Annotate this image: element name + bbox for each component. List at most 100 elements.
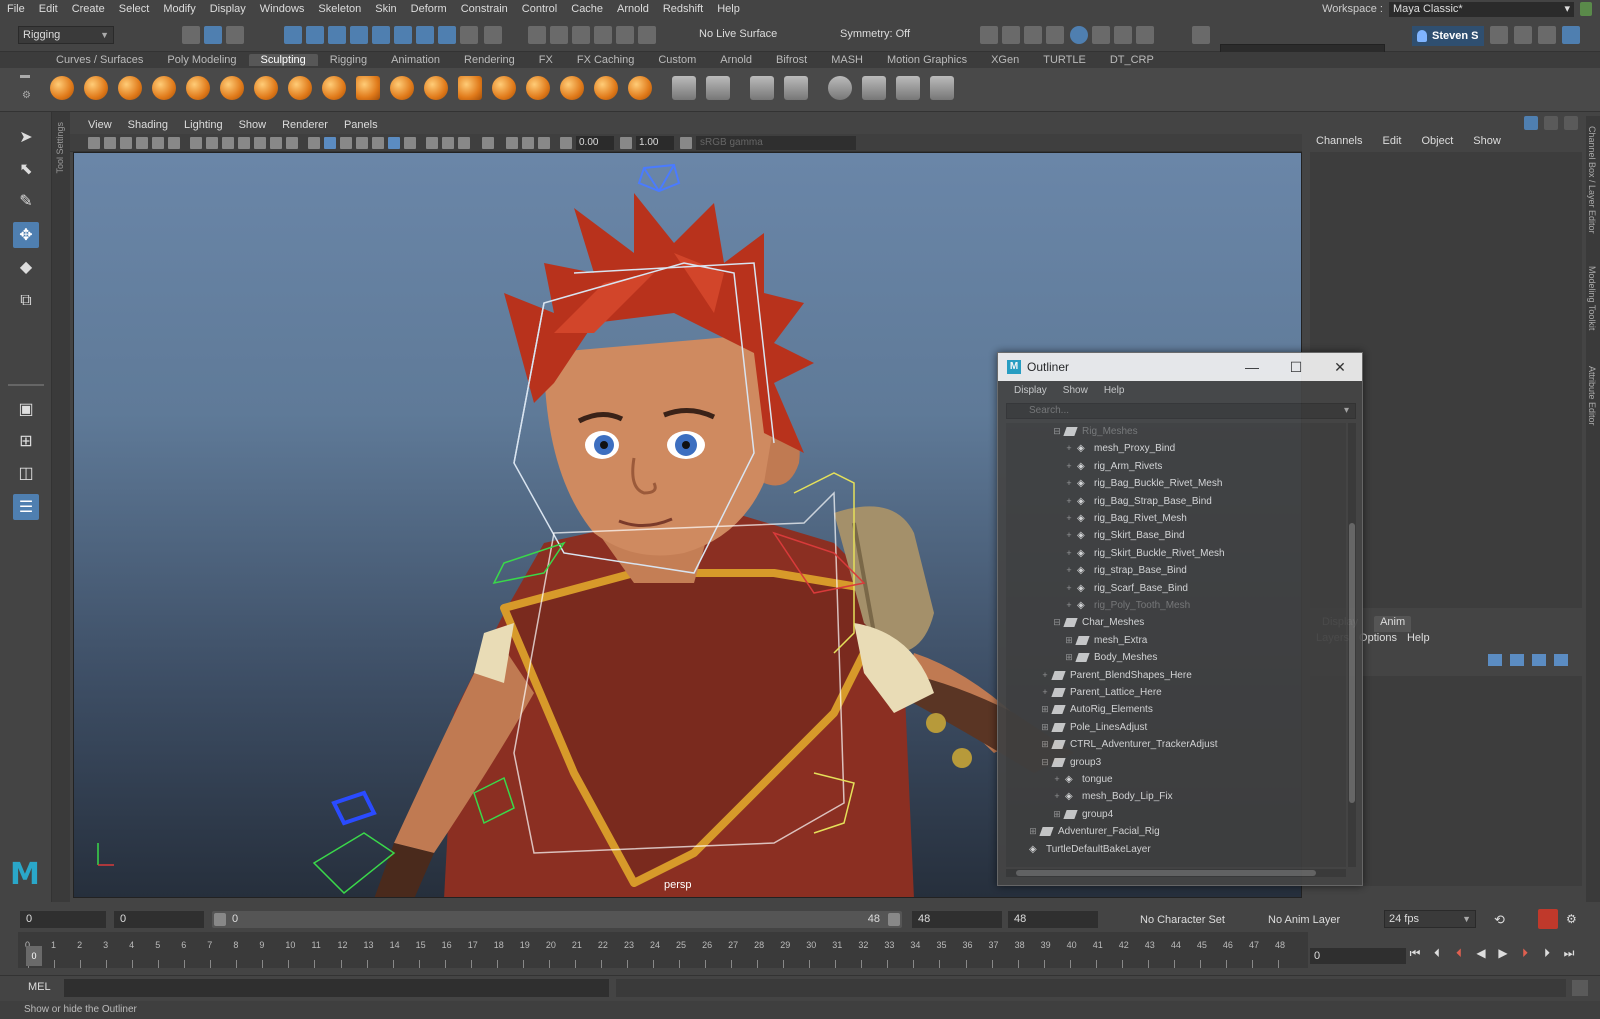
shelf-tab-custom[interactable]: Custom xyxy=(646,54,708,66)
expand-toggle-icon[interactable]: ⊞ xyxy=(1064,632,1074,649)
safe-title-icon[interactable] xyxy=(286,137,298,149)
channel-box-sync-icon[interactable] xyxy=(1544,116,1558,130)
shelf-tab-xgen[interactable]: XGen xyxy=(979,54,1031,66)
step-back-key-icon[interactable]: ⏴ xyxy=(1450,944,1468,962)
expand-toggle-icon[interactable]: + xyxy=(1064,580,1074,597)
scrape-tool-icon[interactable] xyxy=(424,76,448,100)
outliner-row[interactable]: ⊞ AutoRig_Elements xyxy=(1040,701,1153,718)
outliner-vertical-scrollbar[interactable] xyxy=(1348,423,1356,867)
texture-deformer-icon[interactable] xyxy=(828,76,852,100)
color-management-icon[interactable] xyxy=(680,137,692,149)
snap-center-icon[interactable] xyxy=(438,26,456,44)
expand-toggle-icon[interactable]: ⊞ xyxy=(1040,701,1050,718)
scale-tool-icon[interactable]: ⧉ xyxy=(13,288,39,314)
freeze-tool-icon[interactable] xyxy=(628,76,652,100)
bulge-tool-icon[interactable] xyxy=(560,76,584,100)
blendshape-icon[interactable] xyxy=(784,76,808,100)
start-time-field[interactable]: 0 xyxy=(20,911,106,928)
shelf-tab-fx-caching[interactable]: FX Caching xyxy=(565,54,646,66)
wireframe-on-shaded-icon[interactable] xyxy=(356,137,368,149)
viewport-menu-shading[interactable]: Shading xyxy=(120,119,176,131)
outliner-row[interactable]: ⊞ group4 xyxy=(1052,806,1113,823)
gate-mask-icon[interactable] xyxy=(238,137,250,149)
outliner-row[interactable]: + ◈ tongue xyxy=(1052,771,1112,788)
menu-item-cache[interactable]: Cache xyxy=(564,3,610,15)
expand-toggle-icon[interactable]: ⊞ xyxy=(1052,806,1062,823)
expand-toggle-icon[interactable]: + xyxy=(1052,771,1062,788)
layer-menu-help[interactable]: Help xyxy=(1407,632,1430,648)
shelf-tab-rendering[interactable]: Rendering xyxy=(452,54,527,66)
new-layer-icon[interactable] xyxy=(1532,654,1546,666)
render-view-icon[interactable] xyxy=(980,26,998,44)
viewport-menu-panels[interactable]: Panels xyxy=(336,119,386,131)
mel-input[interactable] xyxy=(64,979,609,997)
outliner-row[interactable]: + ◈ rig_Bag_Strap_Base_Bind xyxy=(1064,493,1212,510)
outliner-row[interactable]: + ◈ rig_Skirt_Base_Bind xyxy=(1064,527,1184,544)
ipr-render-icon[interactable] xyxy=(1024,26,1042,44)
four-view-icon[interactable]: ⊞ xyxy=(13,428,39,454)
snap-curve-icon[interactable] xyxy=(306,26,324,44)
outliner-row[interactable]: + ◈ mesh_Proxy_Bind xyxy=(1064,440,1175,457)
viewport-menu-lighting[interactable]: Lighting xyxy=(176,119,231,131)
outliner-horizontal-scrollbar[interactable] xyxy=(1006,869,1346,877)
expand-toggle-icon[interactable]: + xyxy=(1064,545,1074,562)
expand-toggle-icon[interactable]: + xyxy=(1064,562,1074,579)
fps-dropdown[interactable]: 24 fps ▼ xyxy=(1384,910,1476,928)
lasso-tool-icon[interactable]: ⬉ xyxy=(13,156,39,182)
anim-start-field[interactable]: 0 xyxy=(114,911,204,928)
lights-icon[interactable] xyxy=(388,137,400,149)
pose-space-icon[interactable] xyxy=(862,76,886,100)
textured-icon[interactable] xyxy=(372,137,384,149)
expand-toggle-icon[interactable]: + xyxy=(1040,684,1050,701)
shelf-tab-mash[interactable]: MASH xyxy=(819,54,875,66)
outliner-row[interactable]: + Parent_Lattice_Here xyxy=(1040,684,1161,701)
outliner-row[interactable]: ⊟ group3 xyxy=(1040,754,1101,771)
grab-tool-icon[interactable] xyxy=(152,76,176,100)
grid-toggle-icon[interactable] xyxy=(190,137,202,149)
outliner-row[interactable]: + ◈ rig_Skirt_Buckle_Rivet_Mesh xyxy=(1064,545,1224,562)
outliner-row[interactable]: + ◈ rig_Arm_Rivets xyxy=(1064,458,1162,475)
outliner-titlebar[interactable]: M Outliner — ☐ ✕ xyxy=(998,353,1362,381)
outliner-row[interactable]: ⊞ CTRL_Adventurer_TrackerAdjust xyxy=(1040,736,1217,753)
outliner-toggle-icon[interactable]: ☰ xyxy=(13,494,39,520)
knife-tool-icon[interactable] xyxy=(492,76,516,100)
pause-icon[interactable] xyxy=(1136,26,1154,44)
layer-menu-options[interactable]: Options xyxy=(1359,632,1397,648)
channel-box-menu-object[interactable]: Object xyxy=(1411,135,1463,147)
anim-prefs-icon[interactable]: ⚙ xyxy=(1566,912,1577,926)
outliner-row[interactable]: ◈ TurtleDefaultBakeLayer xyxy=(1016,841,1151,858)
isolate-select-icon[interactable] xyxy=(482,137,494,149)
shelf-tab-sculpting[interactable]: Sculpting xyxy=(248,54,318,66)
rotate-tool-icon[interactable]: ◆ xyxy=(13,254,39,280)
panel-layout-icon[interactable] xyxy=(1192,26,1210,44)
repeat-tool-icon[interactable] xyxy=(322,76,346,100)
shelf-tab-poly-modeling[interactable]: Poly Modeling xyxy=(155,54,248,66)
outliner-row[interactable]: + ◈ mesh_Body_Lip_Fix xyxy=(1052,788,1172,805)
attribute-editor-icon[interactable] xyxy=(1514,26,1532,44)
user-account-button[interactable]: Steven S xyxy=(1412,26,1485,46)
sculpt-layer-icon[interactable] xyxy=(750,76,774,100)
expand-toggle-icon[interactable]: + xyxy=(1040,667,1050,684)
exposure-field[interactable]: 0.00 xyxy=(576,136,614,150)
side-tab-0[interactable]: Channel Box / Layer Editor xyxy=(1587,126,1597,234)
side-tab-1[interactable]: Modeling Toolkit xyxy=(1587,266,1597,330)
menu-item-create[interactable]: Create xyxy=(65,3,112,15)
menu-item-modify[interactable]: Modify xyxy=(156,3,202,15)
channel-box-menu-show[interactable]: Show xyxy=(1463,135,1511,147)
shelf-tab-bifrost[interactable]: Bifrost xyxy=(764,54,819,66)
shelf-tab-fx[interactable]: FX xyxy=(527,54,565,66)
expand-toggle-icon[interactable]: ⊟ xyxy=(1052,423,1062,440)
view-transform-dropdown[interactable]: sRGB gamma xyxy=(696,136,856,150)
go-to-end-icon[interactable]: ⏭ xyxy=(1560,944,1578,962)
select-object-icon[interactable] xyxy=(204,26,222,44)
shelf-menu-icon[interactable]: ▬ xyxy=(20,70,30,81)
sculpt-tool-icon[interactable] xyxy=(50,76,74,100)
expand-toggle-icon[interactable]: + xyxy=(1064,597,1074,614)
shelf-options-icon[interactable]: ⚙ xyxy=(22,90,31,101)
expand-toggle-icon[interactable]: + xyxy=(1064,440,1074,457)
snap-point-icon[interactable] xyxy=(328,26,346,44)
snap-grid-icon[interactable] xyxy=(284,26,302,44)
expand-toggle-icon[interactable]: + xyxy=(1064,527,1074,544)
pinch-tool-icon[interactable] xyxy=(186,76,210,100)
foamy-tool-icon[interactable] xyxy=(254,76,278,100)
